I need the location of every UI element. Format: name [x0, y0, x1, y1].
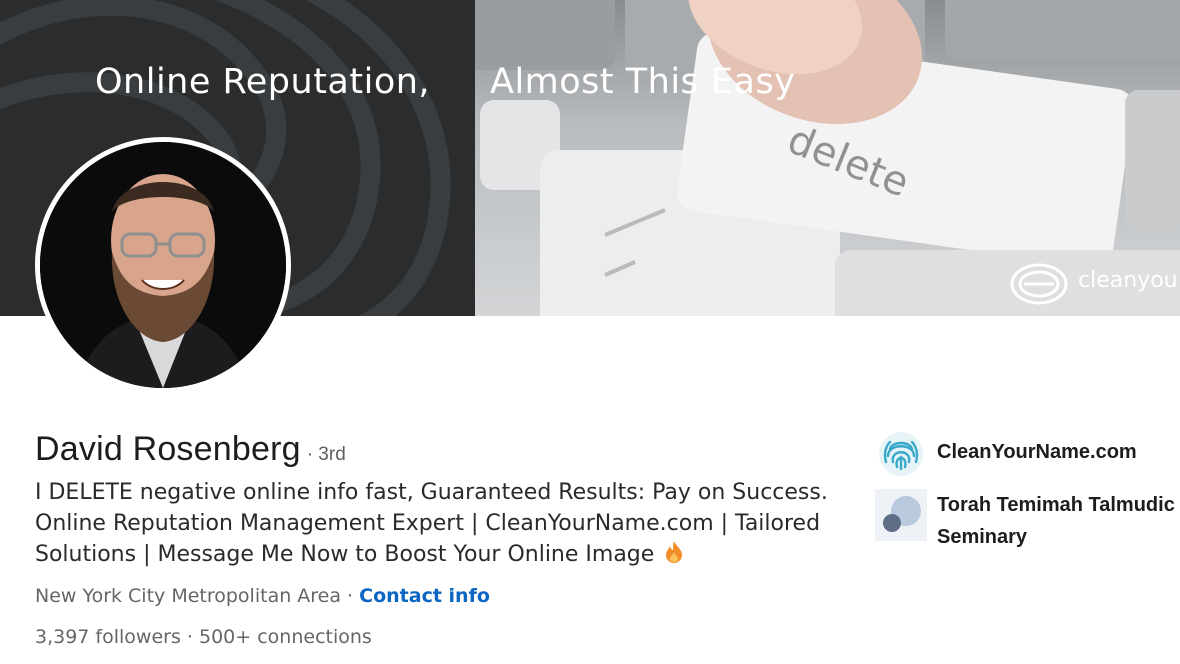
fire-icon	[664, 540, 684, 573]
stats-separator: ·	[180, 626, 199, 648]
contact-info-link[interactable]: Contact info	[359, 585, 490, 607]
keyboard-keys-graphic: delete	[475, 0, 1180, 316]
company-name: CleanYourName.com	[937, 441, 1137, 463]
network-stats: 3,397 followers · 500+ connections	[35, 626, 372, 648]
fingerprint-icon	[875, 428, 927, 480]
location-separator: ·	[341, 585, 360, 607]
followers-count: 3,397 followers	[35, 626, 181, 648]
banner-headline-left: Online Reputation,	[95, 62, 431, 102]
banner-keyboard-photo: delete	[475, 0, 1180, 316]
school-name: Torah Temimah Talmudic Seminary	[937, 494, 1175, 548]
banner-brand-text: cleanyou	[1078, 268, 1178, 293]
profile-location: New York City Metropolitan Area	[35, 585, 342, 607]
profile-headline: I DELETE negative online info fast, Guar…	[35, 477, 850, 573]
profile-avatar[interactable]	[35, 137, 291, 393]
school-logo-icon	[875, 489, 927, 541]
current-company-item[interactable]: CleanYourName.com	[875, 428, 1180, 480]
banner-headline-right: Almost This Easy	[490, 62, 796, 102]
cleanyourname-logo-icon	[1010, 263, 1068, 305]
location-row: New York City Metropolitan Area · Contac…	[35, 585, 490, 607]
profile-headline-text: I DELETE negative online info fast, Guar…	[35, 480, 828, 567]
profile-name-row: David Rosenberg · 3rd	[35, 430, 346, 474]
avatar-portrait	[40, 142, 286, 388]
education-item[interactable]: Torah Temimah Talmudic Seminary	[875, 489, 1180, 553]
connections-count[interactable]: 500+ connections	[199, 626, 372, 648]
profile-name: David Rosenberg	[35, 430, 301, 468]
connection-degree: · 3rd	[306, 444, 346, 465]
